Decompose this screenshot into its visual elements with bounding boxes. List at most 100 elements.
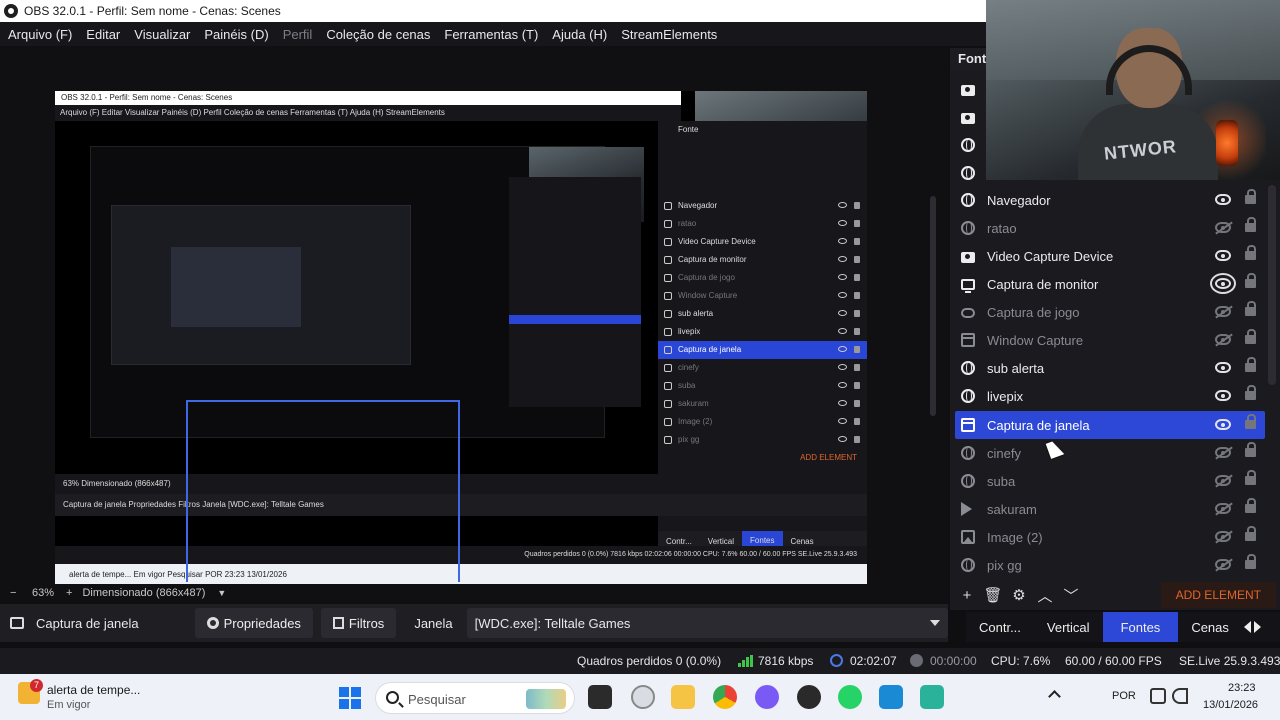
- tab-controles[interactable]: Contr...: [966, 612, 1034, 642]
- zoom-in-button[interactable]: +: [66, 587, 72, 599]
- network-icon[interactable]: [1150, 688, 1166, 704]
- weather-alert-icon[interactable]: 7: [18, 679, 43, 704]
- source-item-captura-de-monitor[interactable]: Captura de monitor: [955, 270, 1265, 298]
- globe-icon: [961, 474, 975, 488]
- windows-start-icon[interactable]: [339, 687, 361, 709]
- volume-icon[interactable]: [1172, 688, 1188, 704]
- zoom-out-button[interactable]: −: [10, 587, 20, 599]
- window-icon: [10, 617, 24, 629]
- lock-icon[interactable]: [1245, 385, 1256, 400]
- source-name: Captura de jogo: [987, 304, 1080, 320]
- source-item-window-capture[interactable]: Window Capture: [955, 326, 1265, 354]
- gear-icon[interactable]: ⚙: [1006, 586, 1032, 604]
- menu-paineis[interactable]: Painéis (D): [204, 27, 268, 42]
- preview-canvas[interactable]: OBS 32.0.1 - Perfil: Sem nome - Cenas: S…: [55, 91, 867, 594]
- source-item-pix-gg[interactable]: pix gg: [955, 551, 1265, 579]
- play-icon: [961, 502, 972, 516]
- chevron-down-icon[interactable]: ﹀: [1058, 585, 1084, 606]
- source-item-suba[interactable]: suba: [955, 467, 1265, 495]
- source-item-captura-de-janela[interactable]: Captura de janela: [955, 411, 1265, 439]
- add-element-button[interactable]: ADD ELEMENT: [1160, 582, 1276, 608]
- language-indicator[interactable]: POR: [1112, 690, 1136, 702]
- source-item-navegador[interactable]: Navegador: [955, 186, 1265, 214]
- clock-time[interactable]: 23:23: [1228, 682, 1256, 694]
- eye-off-icon[interactable]: [1215, 531, 1231, 542]
- source-item-image-2[interactable]: Image (2): [955, 523, 1265, 551]
- menu-ferramentas[interactable]: Ferramentas (T): [444, 27, 538, 42]
- filters-button[interactable]: Filtros: [320, 608, 397, 638]
- menu-visualizar[interactable]: Visualizar: [134, 27, 190, 42]
- eye-off-icon[interactable]: [1215, 306, 1231, 317]
- source-item-cinefy[interactable]: cinefy: [955, 439, 1265, 467]
- lock-icon[interactable]: [1245, 329, 1256, 344]
- trash-icon[interactable]: 🗑: [980, 586, 1006, 604]
- lock-icon[interactable]: [1245, 442, 1256, 457]
- eye-off-icon[interactable]: [1215, 447, 1231, 458]
- lock-icon[interactable]: [1245, 301, 1256, 316]
- eye-icon[interactable]: [1215, 390, 1231, 401]
- menu-ajuda[interactable]: Ajuda (H): [552, 27, 607, 42]
- chevron-up-icon[interactable]: [1048, 690, 1061, 703]
- tab-fontes[interactable]: Fontes: [1102, 612, 1179, 642]
- lock-icon[interactable]: [1245, 554, 1256, 569]
- lock-icon[interactable]: [1245, 498, 1256, 513]
- source-name: Navegador: [987, 192, 1051, 208]
- chrome-icon[interactable]: [713, 685, 737, 709]
- menu-streamelements[interactable]: StreamElements: [621, 27, 717, 42]
- taskbar-search[interactable]: Pesquisar: [375, 682, 575, 714]
- preview-vertical-scrollbar[interactable]: [930, 196, 936, 416]
- eye-off-icon[interactable]: [1215, 559, 1231, 570]
- eye-off-icon[interactable]: [1215, 503, 1231, 514]
- lock-icon[interactable]: [1245, 189, 1256, 204]
- tab-scroll-arrows[interactable]: [1243, 612, 1261, 642]
- weather-alert-title[interactable]: alerta de tempe...: [47, 683, 140, 697]
- terminal-icon[interactable]: [588, 685, 612, 709]
- source-item-sub-alerta[interactable]: sub alerta: [955, 354, 1265, 382]
- eye-icon[interactable]: [1215, 194, 1231, 205]
- menu-editar[interactable]: Editar: [86, 27, 120, 42]
- eye-off-icon[interactable]: [1215, 334, 1231, 345]
- properties-button[interactable]: Propriedades: [194, 608, 313, 638]
- source-item-sakuram[interactable]: sakuram: [955, 495, 1265, 523]
- lock-icon[interactable]: [1245, 470, 1256, 485]
- notepad-icon[interactable]: [920, 685, 944, 709]
- clock-date[interactable]: 13/01/2026: [1203, 699, 1258, 711]
- eye-icon[interactable]: [1215, 250, 1231, 261]
- menu-arquivo[interactable]: Arquivo (F): [8, 27, 72, 42]
- source-name: Captura de monitor: [987, 276, 1099, 292]
- eye-icon[interactable]: [1215, 419, 1231, 430]
- menu-colecao-de-cenas[interactable]: Coleção de cenas: [326, 27, 430, 42]
- source-item-video-capture-device[interactable]: Video Capture Device: [955, 242, 1265, 270]
- eye-icon[interactable]: [1210, 273, 1236, 294]
- source-item-livepix[interactable]: livepix: [955, 382, 1265, 410]
- chevron-left-icon[interactable]: [1243, 621, 1251, 633]
- chevron-right-icon[interactable]: [1253, 621, 1261, 633]
- add-source-button[interactable]: +: [954, 587, 980, 604]
- lock-icon[interactable]: [1245, 273, 1256, 288]
- source-item-captura-de-jogo[interactable]: Captura de jogo: [955, 298, 1265, 326]
- scale-dropdown-icon[interactable]: ▼: [217, 588, 226, 598]
- discord-icon[interactable]: [755, 685, 779, 709]
- source-name: Video Capture Device: [987, 248, 1114, 264]
- eye-icon[interactable]: [1215, 362, 1231, 373]
- tab-cenas[interactable]: Cenas: [1178, 612, 1242, 642]
- eye-off-icon[interactable]: [1215, 222, 1231, 233]
- lock-icon[interactable]: [1245, 357, 1256, 372]
- obs-icon[interactable]: [797, 685, 821, 709]
- eye-off-icon[interactable]: [1215, 475, 1231, 486]
- sources-scrollbar[interactable]: [1268, 185, 1276, 385]
- source-item-ratao[interactable]: ratao: [955, 214, 1265, 242]
- chevron-up-icon[interactable]: ︿: [1032, 585, 1058, 606]
- app-icon[interactable]: [879, 685, 903, 709]
- tab-vertical[interactable]: Vertical: [1034, 612, 1103, 642]
- circle-app-icon[interactable]: [631, 685, 655, 709]
- lock-icon[interactable]: [1245, 526, 1256, 541]
- window-select[interactable]: [WDC.exe]: Telltale Games: [466, 608, 948, 638]
- whatsapp-icon[interactable]: [838, 685, 862, 709]
- preview-area[interactable]: OBS 32.0.1 - Perfil: Sem nome - Cenas: S…: [0, 46, 948, 594]
- lock-icon[interactable]: [1245, 245, 1256, 260]
- nested-add-element: ADD ELEMENT: [800, 453, 857, 462]
- lock-icon[interactable]: [1245, 217, 1256, 232]
- file-explorer-icon[interactable]: [671, 685, 695, 709]
- lock-icon[interactable]: [1245, 414, 1256, 429]
